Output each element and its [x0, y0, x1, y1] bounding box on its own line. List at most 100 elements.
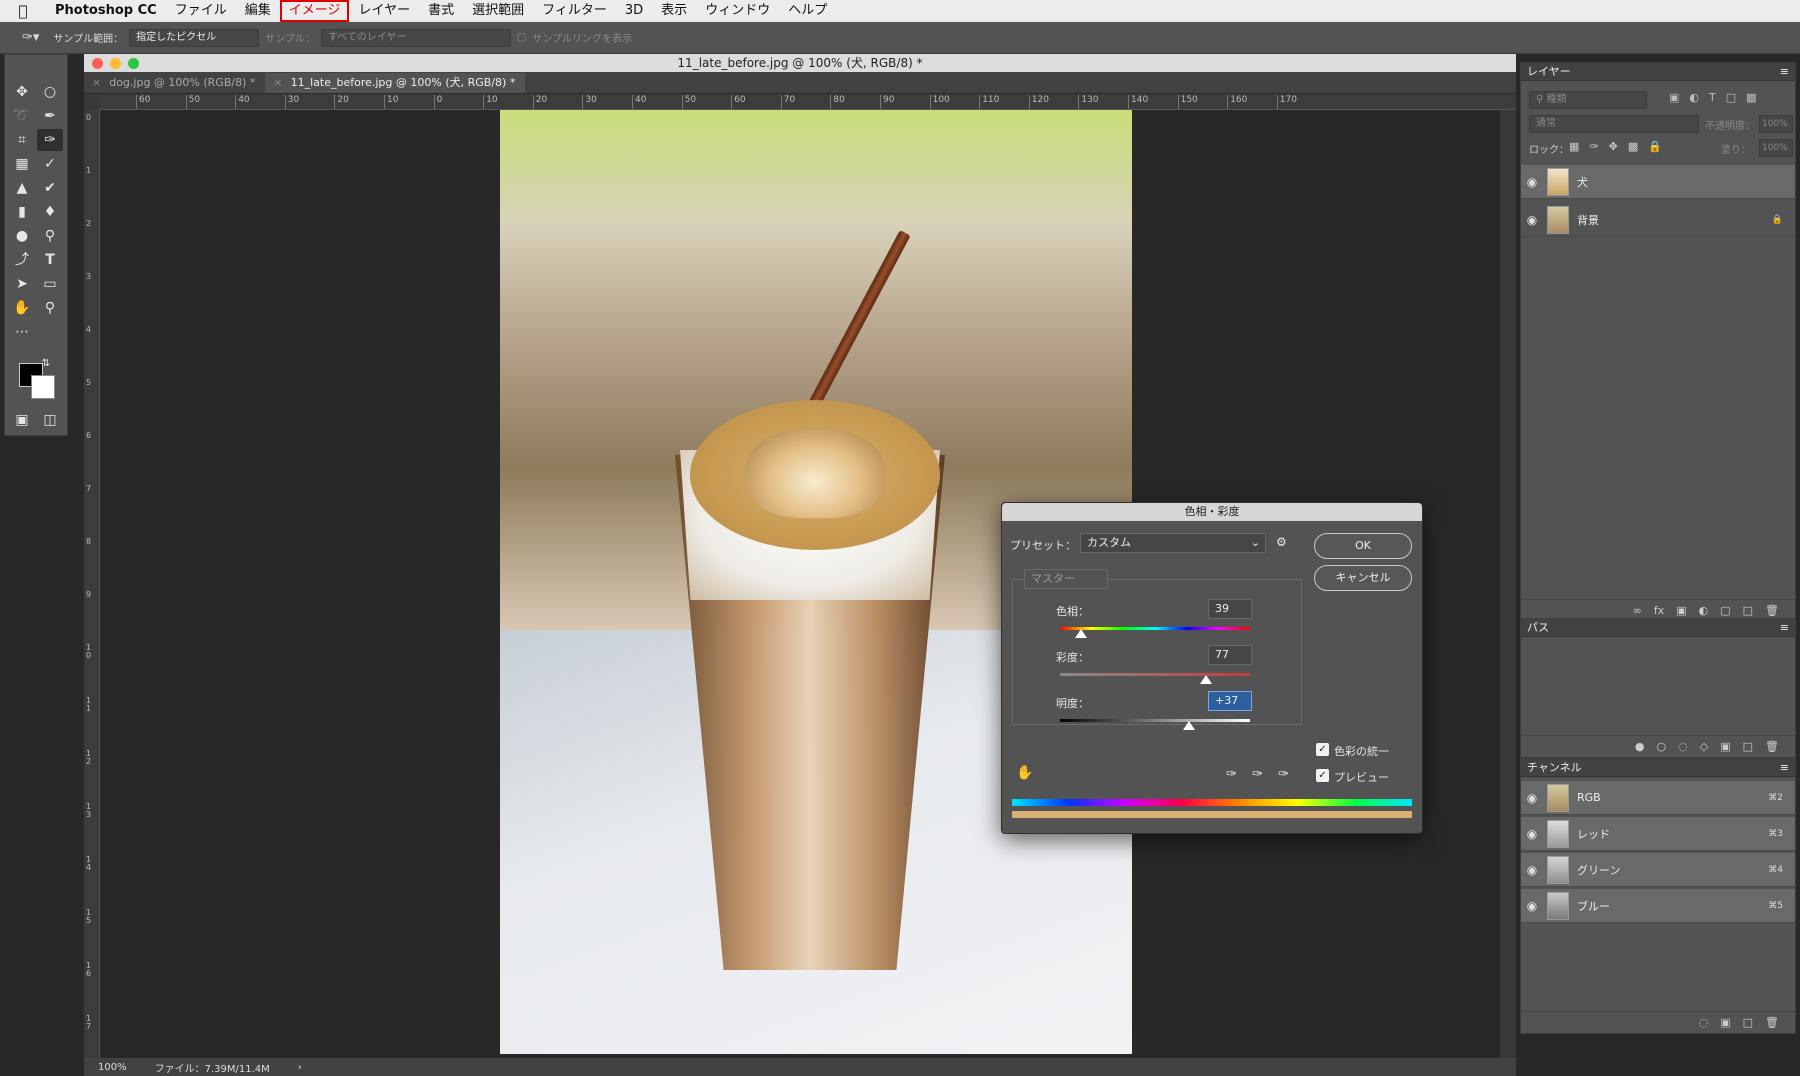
eyedropper-icon[interactable]: ✑▾ [22, 30, 39, 45]
eyedropper-plus-icon[interactable]: ✑ [1252, 767, 1263, 782]
cancel-button[interactable]: キャンセル [1314, 565, 1412, 591]
pixel-filter-icon[interactable]: ▣ [1669, 91, 1679, 104]
tab-dog[interactable]: × dog.jpg @ 100% (RGB/8) * [84, 73, 266, 93]
new-channel-icon[interactable]: □ [1743, 1016, 1753, 1029]
layer-name[interactable]: 背景 [1577, 212, 1599, 228]
layer-row-background[interactable]: ◉ 背景 🔒 [1521, 203, 1795, 237]
preview-checkbox[interactable]: ✓ [1316, 769, 1329, 782]
hue-input[interactable]: 39 [1208, 599, 1252, 619]
fill-path-icon[interactable]: ● [1635, 740, 1645, 753]
menu-image[interactable]: イメージ [279, 0, 350, 22]
channel-row-rgb[interactable]: ◉ RGB ⌘2 [1521, 781, 1795, 815]
new-layer-icon[interactable]: □ [1743, 604, 1753, 617]
load-channel-selection-icon[interactable]: ◌ [1699, 1016, 1709, 1029]
trash-icon[interactable]: 🗑 [1765, 740, 1779, 753]
blend-mode-select[interactable]: 通常 [1529, 115, 1699, 133]
menu-select[interactable]: 選択範囲 [463, 0, 533, 22]
sample-area-select[interactable]: 指定したピクセル [129, 28, 260, 47]
fx-icon[interactable]: fx [1654, 604, 1664, 617]
channel-row-red[interactable]: ◉ レッド ⌘3 [1521, 817, 1795, 851]
preset-select[interactable]: カスタム ⌄ [1080, 533, 1266, 553]
trash-icon[interactable]: 🗑 [1765, 1016, 1779, 1029]
layer-filter-select[interactable]: ⚲ 種類 [1529, 91, 1647, 109]
panel-menu-icon[interactable]: ≡ [1780, 619, 1789, 637]
eye-icon[interactable]: ◉ [1521, 899, 1543, 913]
stamp-tool-icon[interactable]: ▲ [9, 177, 35, 199]
smart-filter-icon[interactable]: ▩ [1746, 91, 1756, 104]
menu-layer[interactable]: レイヤー [349, 0, 419, 22]
blur-tool-icon[interactable]: ● [9, 225, 35, 247]
menu-type[interactable]: 書式 [419, 0, 463, 22]
dodge-tool-icon[interactable]: ⚲ [37, 225, 63, 247]
pen-tool-icon[interactable]: ⤴ [9, 249, 35, 271]
menu-window[interactable]: ウィンドウ [696, 0, 779, 22]
path-select-icon[interactable]: ➤ [9, 273, 35, 295]
panel-menu-icon[interactable]: ≡ [1780, 63, 1789, 81]
channel-row-green[interactable]: ◉ グリーン ⌘4 [1521, 853, 1795, 887]
close-tab-icon[interactable]: × [273, 76, 282, 89]
background-color-swatch[interactable] [31, 375, 55, 399]
saturation-thumb[interactable] [1200, 675, 1213, 684]
layer-row-dog[interactable]: ◉ 犬 [1521, 165, 1795, 199]
history-brush-icon[interactable]: ✔ [37, 177, 63, 199]
lightness-thumb[interactable] [1183, 721, 1196, 730]
type-tool-icon[interactable]: T [37, 249, 63, 271]
menu-help[interactable]: ヘルプ [779, 0, 836, 22]
lock-pixels-icon[interactable]: ✑ [1589, 140, 1598, 153]
close-tab-icon[interactable]: × [92, 76, 101, 89]
sample-ring-checkbox[interactable]: □ [517, 32, 526, 43]
menu-edit[interactable]: 編集 [236, 0, 280, 22]
gear-icon[interactable]: ⚙ [1276, 535, 1287, 549]
fill-input[interactable]: 100% [1759, 139, 1793, 157]
lasso-tool-icon[interactable]: ➰ [9, 105, 35, 127]
load-selection-icon[interactable]: ◌ [1678, 740, 1688, 753]
adjustment-layer-icon[interactable]: ◐ [1699, 604, 1709, 617]
lock-transparent-icon[interactable]: ▦ [1569, 140, 1579, 153]
targeted-adjust-hand-icon[interactable]: ✋ [1016, 765, 1033, 781]
apple-icon[interactable]:  [0, 2, 46, 20]
type-filter-icon[interactable]: T [1709, 91, 1716, 104]
menu-file[interactable]: ファイル [166, 0, 236, 22]
menu-view[interactable]: 表示 [652, 0, 696, 22]
eraser-tool-icon[interactable]: ▮ [9, 201, 35, 223]
stroke-path-icon[interactable]: ○ [1657, 740, 1667, 753]
hue-slider[interactable] [1060, 627, 1250, 630]
hand-tool-icon[interactable]: ✋ [9, 297, 35, 319]
eye-icon[interactable]: ◉ [1521, 791, 1543, 805]
menu-filter[interactable]: フィルター [533, 0, 616, 22]
add-mask-icon[interactable]: ▣ [1720, 740, 1730, 753]
group-folder-icon[interactable]: ▢ [1720, 604, 1730, 617]
eye-icon[interactable]: ◉ [1521, 863, 1543, 877]
shape-filter-icon[interactable]: □ [1726, 91, 1736, 104]
marquee-tool-icon[interactable]: ○ [37, 81, 63, 103]
eyedropper-tool-icon[interactable]: ✑ [37, 129, 63, 151]
tab-latte[interactable]: × 11_late_before.jpg @ 100% (犬, RGB/8) * [265, 73, 526, 93]
channel-select[interactable]: マスター [1024, 569, 1108, 589]
lock-artboard-icon[interactable]: ▩ [1628, 140, 1638, 153]
zoom-tool-icon[interactable]: ⚲ [37, 297, 63, 319]
lock-all-icon[interactable]: 🔒 [1648, 140, 1662, 153]
make-path-icon[interactable]: ◇ [1700, 740, 1708, 753]
save-selection-icon[interactable]: ▣ [1720, 1016, 1730, 1029]
screen-mode-icon[interactable]: ◫ [37, 409, 63, 431]
rectangle-tool-icon[interactable]: ▭ [37, 273, 63, 295]
lock-position-icon[interactable]: ✥ [1609, 140, 1618, 153]
paint-bucket-icon[interactable]: ♦ [37, 201, 63, 223]
healing-tool-icon[interactable]: ▦ [9, 153, 35, 175]
saturation-slider[interactable] [1060, 673, 1250, 676]
link-layers-icon[interactable]: ∞ [1633, 604, 1642, 617]
channel-row-blue[interactable]: ◉ ブルー ⌘5 [1521, 889, 1795, 923]
sample-select[interactable]: すべてのレイヤー [320, 28, 511, 47]
opacity-input[interactable]: 100% [1759, 115, 1793, 133]
more-tools-icon[interactable]: ⋯ [9, 321, 35, 343]
lightness-slider[interactable] [1060, 719, 1250, 722]
panel-menu-icon[interactable]: ≡ [1780, 759, 1789, 777]
quick-mask-icon[interactable]: ▣ [9, 409, 35, 431]
add-mask-icon[interactable]: ▣ [1676, 604, 1686, 617]
brush-tool-icon[interactable]: ✓ [37, 153, 63, 175]
menu-3d[interactable]: 3D [616, 0, 652, 22]
quick-select-tool-icon[interactable]: ✒ [37, 105, 63, 127]
eyedropper-minus-icon[interactable]: ✑ [1278, 767, 1289, 782]
saturation-input[interactable]: 77 [1208, 645, 1252, 665]
swap-colors-icon[interactable]: ⇅ [39, 353, 53, 375]
